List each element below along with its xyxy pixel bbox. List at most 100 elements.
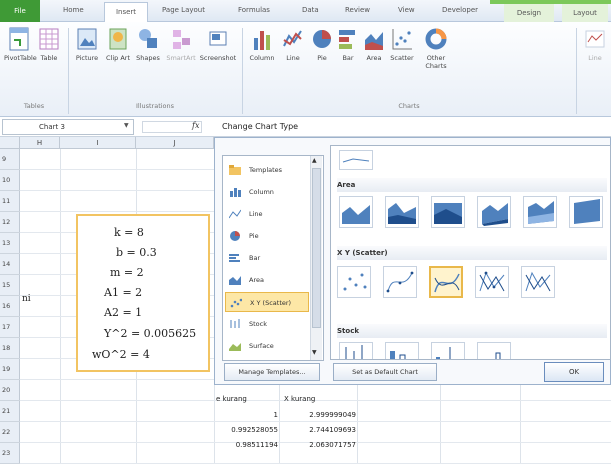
stock-subtype-thumb-icon (345, 345, 363, 359)
chart-object[interactable]: k = 8 b = 0.3 m = 2 A1 = 2 A2 = 1 Y^2 = … (76, 214, 210, 372)
fx-icon[interactable]: fx (192, 121, 199, 130)
cell-x-3[interactable]: 2.063071757 (280, 441, 356, 449)
column-header-i[interactable]: I (60, 137, 136, 149)
bar-chart-button[interactable]: Bar (336, 26, 360, 62)
clip-art-button[interactable]: Clip Art (106, 26, 130, 62)
cell-h15[interactable]: ni (22, 294, 31, 304)
scatter-subtype-thumb[interactable] (337, 266, 371, 298)
picture-button[interactable]: Picture (72, 26, 102, 62)
shapes-button[interactable]: Shapes (134, 26, 162, 62)
tab-data[interactable]: Data (302, 6, 319, 14)
line-label: Line (286, 54, 300, 62)
scatter-chart-button[interactable]: Scatter (388, 26, 416, 62)
area-chart-button[interactable]: Area (362, 26, 386, 62)
scroll-thumb[interactable] (312, 168, 321, 328)
header-e-kurang[interactable]: e kurang (216, 395, 247, 403)
chevron-down-icon[interactable]: ▼ (124, 122, 129, 129)
row-header[interactable]: 18 (0, 338, 20, 359)
row-header[interactable]: 13 (0, 233, 20, 254)
cell-x-2[interactable]: 2.744109693 (280, 426, 356, 434)
line-chart-button[interactable]: Line (280, 26, 306, 62)
name-box[interactable]: Chart 3 (2, 119, 134, 135)
row-header[interactable]: 19 (0, 359, 20, 380)
cell-x-1[interactable]: 2.999999049 (280, 411, 356, 419)
type-label: Column (249, 188, 274, 196)
stock-chart-icon (230, 319, 240, 328)
table-label: Table (40, 54, 58, 62)
tab-formulas[interactable]: Formulas (238, 6, 270, 14)
header-x-kurang[interactable]: X kurang (284, 395, 315, 403)
pivottable-button[interactable]: PivotTable (4, 26, 37, 62)
type-surface[interactable]: Surface (225, 336, 309, 356)
tab-layout[interactable]: Layout (562, 4, 608, 22)
tab-view[interactable]: View (398, 6, 415, 14)
screenshot-button[interactable]: Screenshot (198, 26, 238, 62)
type-list-scrollbar[interactable]: ▲ ▼ (310, 156, 322, 360)
row-header[interactable]: 11 (0, 191, 20, 212)
row-header[interactable]: 16 (0, 296, 20, 317)
ok-button[interactable]: OK (544, 362, 604, 382)
tab-file[interactable]: File (0, 0, 40, 22)
set-default-chart-button[interactable]: Set as Default Chart (333, 363, 437, 381)
scatter-subtype-thumb[interactable] (383, 266, 417, 298)
template-thumb-icon[interactable] (339, 150, 373, 170)
stock-subtype-thumb[interactable] (385, 342, 419, 359)
row-header[interactable]: 21 (0, 401, 20, 422)
row-header[interactable]: 9 (0, 149, 20, 170)
section-area: Area (337, 178, 607, 192)
stock-subtype-thumb-icon (495, 352, 501, 359)
sparkline-icon (585, 30, 605, 48)
type-bar[interactable]: Bar (225, 248, 309, 268)
smartart-button[interactable]: SmartArt (164, 26, 198, 62)
area-subtype-thumb[interactable] (477, 196, 511, 228)
row-header[interactable]: 14 (0, 254, 20, 275)
column-header-j[interactable]: J (136, 137, 214, 149)
type-pie[interactable]: Pie (225, 226, 309, 246)
pie-chart-button[interactable]: Pie (310, 26, 334, 62)
sparkline-line-button[interactable]: Line (582, 26, 608, 62)
scatter-subtype-thumb[interactable] (475, 266, 509, 298)
area-subtype-thumb[interactable] (339, 196, 373, 228)
row-header[interactable]: 20 (0, 380, 20, 401)
tab-design[interactable]: Design (504, 4, 554, 22)
table-button[interactable]: Table (36, 26, 62, 62)
group-divider (242, 28, 243, 114)
row-header[interactable]: 12 (0, 212, 20, 233)
column-header-h[interactable]: H (20, 137, 60, 149)
scroll-up-icon[interactable]: ▲ (312, 157, 317, 164)
other-charts-button[interactable]: Other Charts (418, 26, 454, 70)
tab-page-layout[interactable]: Page Layout (162, 6, 205, 14)
type-stock[interactable]: Stock (225, 314, 309, 334)
row-header[interactable]: 23 (0, 443, 20, 464)
scatter-subtype-thumb[interactable] (521, 266, 555, 298)
type-xy-scatter[interactable]: X Y (Scatter) (225, 292, 309, 312)
row-header[interactable]: 22 (0, 422, 20, 443)
row-header[interactable]: 17 (0, 317, 20, 338)
manage-templates-button[interactable]: Manage Templates... (224, 363, 320, 381)
cell-e-1[interactable]: 1 (216, 411, 278, 419)
area-subtype-thumb[interactable] (569, 196, 603, 228)
row-header[interactable]: 15 (0, 275, 20, 296)
select-all-corner[interactable] (0, 137, 20, 149)
cell-e-3[interactable]: 0.98511194 (216, 441, 278, 449)
stock-subtype-thumb[interactable] (339, 342, 373, 359)
tab-insert[interactable]: Insert (104, 2, 148, 22)
column-chart-button[interactable]: Column (248, 26, 276, 62)
type-column[interactable]: Column (225, 182, 309, 202)
group-divider (68, 28, 69, 114)
scatter-subtype-thumb[interactable] (429, 266, 463, 298)
area-subtype-thumb[interactable] (431, 196, 465, 228)
type-templates[interactable]: Templates (225, 160, 309, 180)
stock-subtype-thumb[interactable] (431, 342, 465, 359)
area-subtype-thumb[interactable] (385, 196, 419, 228)
tab-developer[interactable]: Developer (442, 6, 478, 14)
row-header[interactable]: 10 (0, 170, 20, 191)
area-subtype-thumb[interactable] (523, 196, 557, 228)
tab-home[interactable]: Home (63, 6, 84, 14)
type-area[interactable]: Area (225, 270, 309, 290)
type-line[interactable]: Line (225, 204, 309, 224)
cell-e-2[interactable]: 0.992528055 (216, 426, 278, 434)
stock-subtype-thumb[interactable] (477, 342, 511, 359)
tab-review[interactable]: Review (345, 6, 370, 14)
scroll-down-icon[interactable]: ▼ (312, 349, 317, 356)
